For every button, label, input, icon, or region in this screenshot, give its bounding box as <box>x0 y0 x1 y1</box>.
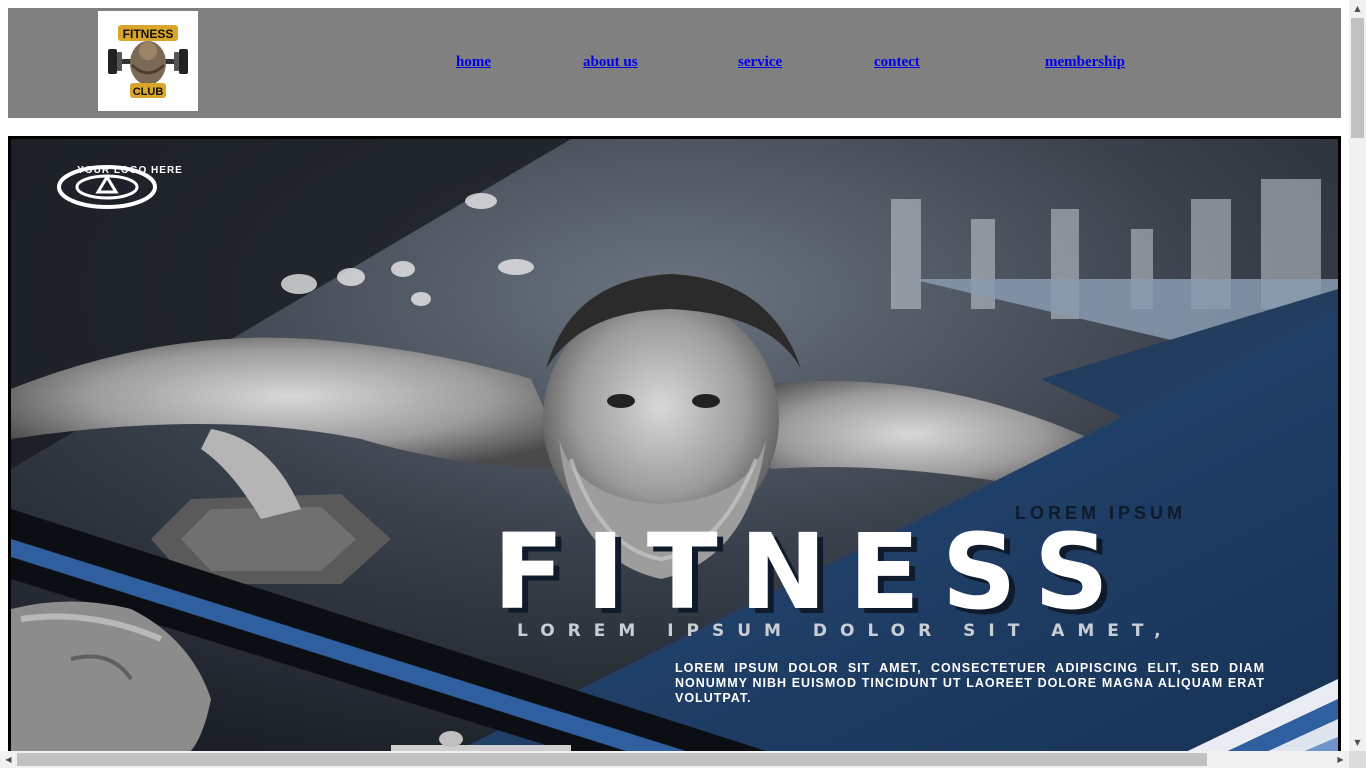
triangle-down-icon[interactable]: ▼ <box>1349 734 1366 751</box>
hero-body-copy: LOREM IPSUM DOLOR SIT AMET, CONSECTETUER… <box>675 661 1265 705</box>
horizontal-scrollbar[interactable]: ◀ ▶ <box>0 751 1349 768</box>
scrollbar-corner <box>1349 751 1366 768</box>
fitness-club-logo-icon: FITNESS CLUB <box>108 25 188 98</box>
nav-link-contect[interactable]: contect <box>874 54 920 71</box>
vertical-scrollbar-thumb[interactable] <box>1351 18 1364 138</box>
vertical-scrollbar[interactable]: ▲ ▼ <box>1349 0 1366 751</box>
hero-tagline: LOREM IPSUM DOLOR SIT AMET, <box>517 621 1174 641</box>
site-header: FITNESS CLUB home about us service conte… <box>8 8 1341 118</box>
triangle-right-icon[interactable]: ▶ <box>1332 751 1349 768</box>
brand-logo[interactable]: YOUR LOGO HERE <box>55 163 205 209</box>
logo-text-line1: FITNESS <box>123 27 174 41</box>
horizontal-scrollbar-thumb[interactable] <box>17 753 1207 766</box>
nav-link-about-us[interactable]: about us <box>583 54 638 71</box>
fitness-club-logo[interactable]: FITNESS CLUB <box>98 11 198 111</box>
logo-text-line2: CLUB <box>133 86 164 98</box>
triangle-left-icon[interactable]: ◀ <box>0 751 17 768</box>
nav-link-home[interactable]: home <box>456 54 491 71</box>
triangle-up-icon[interactable]: ▲ <box>1349 0 1366 17</box>
hero-title: FITNESS <box>493 511 1131 633</box>
nav-link-service[interactable]: service <box>738 54 782 71</box>
nav-link-membership[interactable]: membership <box>1045 54 1125 71</box>
hero-banner: YOUR LOGO HERE LOREM IPSUM FITNESS LOREM… <box>8 136 1341 756</box>
brand-logo-icon <box>57 165 157 209</box>
